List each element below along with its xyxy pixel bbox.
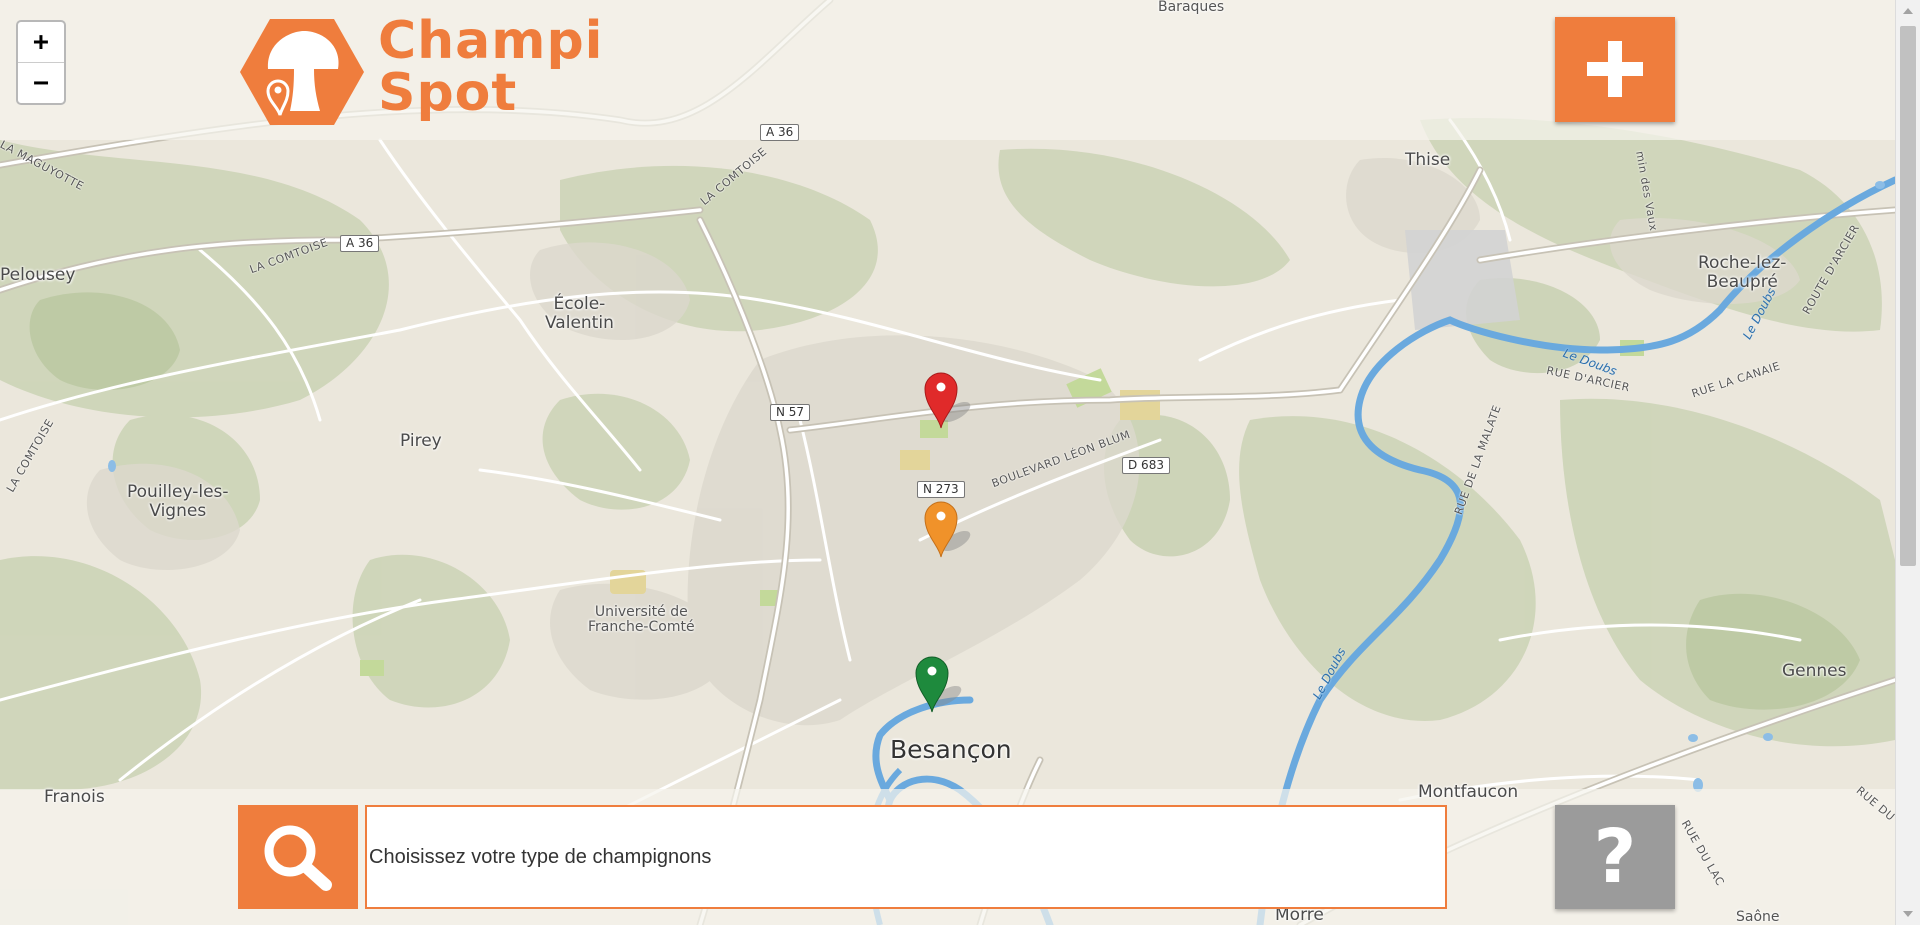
road-shield: N 57 [770, 404, 811, 421]
spot-marker-orange[interactable] [918, 497, 978, 559]
place-label: Pirey [400, 431, 442, 451]
road-shield: A 36 [340, 235, 380, 252]
place-label: Gennes [1782, 661, 1847, 681]
magnifier-icon [264, 825, 332, 891]
add-spot-button[interactable] [1555, 17, 1675, 122]
map-pin-icon [915, 656, 962, 713]
brand-line: Spot [378, 63, 518, 123]
spot-marker-red[interactable] [918, 368, 978, 430]
brand-line: Champi [378, 11, 604, 71]
place-label: Baraques [1158, 0, 1225, 15]
mushroom-type-search-input[interactable] [365, 805, 1447, 909]
brand-name: Champi Spot [378, 15, 604, 119]
place-label: École- Valentin [545, 295, 614, 333]
place-label-line: École- [553, 294, 606, 314]
zoom-out-button[interactable]: − [18, 62, 64, 103]
place-label: Montfaucon [1418, 782, 1519, 802]
map-pin-icon [924, 372, 971, 429]
place-label: Université de Franche-Comté [588, 605, 695, 635]
mushroom-logo-icon [240, 19, 364, 125]
road-shield: N 273 [917, 481, 965, 498]
place-label-line: Pouilley-les- [127, 482, 229, 502]
help-button[interactable]: ? [1555, 805, 1675, 909]
scrollbar-thumb[interactable] [1900, 26, 1916, 566]
place-label: Thise [1405, 150, 1451, 170]
search-button[interactable] [238, 805, 358, 909]
place-label: Besançon [890, 735, 1012, 764]
place-label: Saône [1736, 909, 1780, 925]
place-label-line: Franche-Comté [588, 619, 695, 635]
spot-marker-green[interactable] [909, 652, 969, 714]
place-label-line: Roche-lez- [1698, 253, 1787, 273]
place-label-line: Valentin [545, 313, 614, 333]
vertical-scrollbar[interactable] [1895, 0, 1920, 925]
place-label-line: Vignes [149, 501, 207, 521]
zoom-control: + − [16, 20, 66, 105]
road-shield: A 36 [760, 124, 800, 141]
place-label: Roche-lez- Beaupré [1698, 254, 1786, 292]
map-view[interactable]: Baraques Thise Roche-lez- Beaupré Pelous… [0, 0, 1895, 925]
zoom-in-button[interactable]: + [18, 22, 64, 62]
scroll-down-arrow-icon[interactable] [1903, 911, 1913, 917]
place-label: Pelousey [0, 265, 76, 285]
place-label: Pouilley-les- Vignes [127, 483, 229, 521]
place-label: Franois [44, 787, 105, 807]
road-shield: D 683 [1122, 457, 1170, 474]
app-logo: Champi Spot [238, 15, 603, 127]
place-label-line: Université de [594, 604, 688, 620]
map-pin-icon [924, 501, 971, 558]
plus-icon [1587, 41, 1643, 97]
scroll-up-arrow-icon[interactable] [1903, 8, 1913, 14]
